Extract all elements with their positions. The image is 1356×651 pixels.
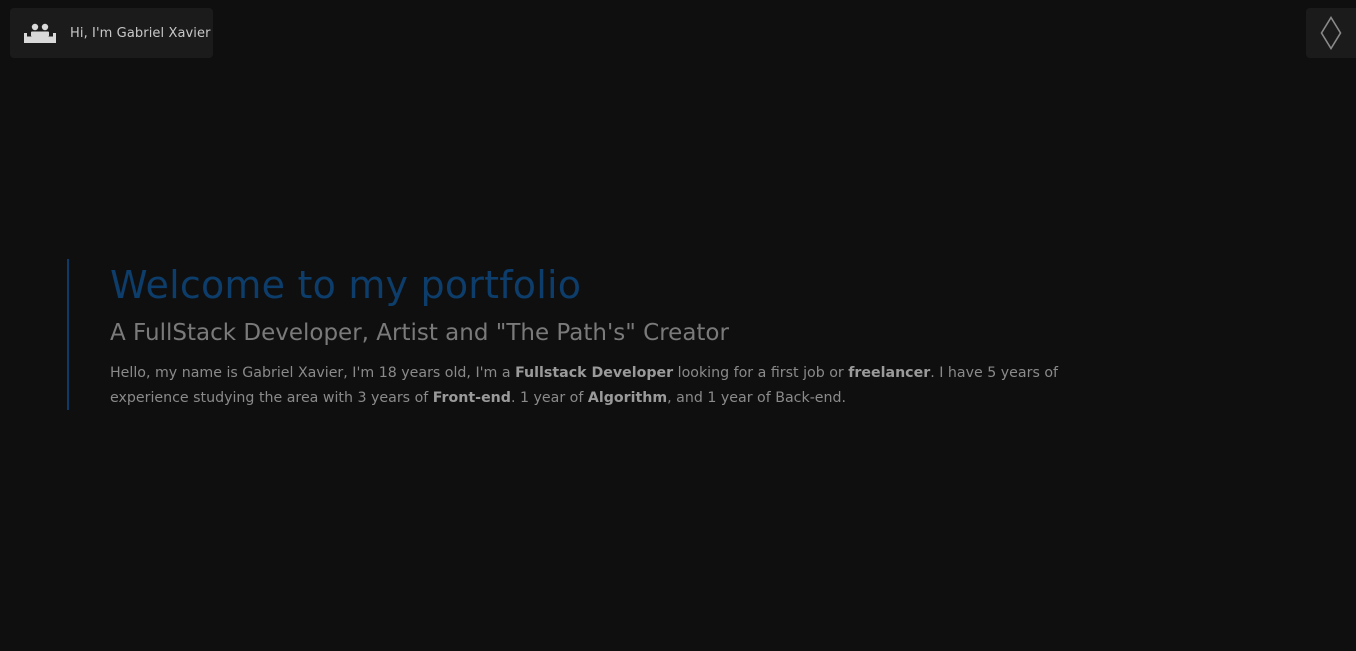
bio-text: Hello, my name is Gabriel Xavier, I'm 18… <box>110 365 516 381</box>
bio-paragraph: Hello, my name is Gabriel Xavier, I'm 18… <box>110 361 1100 411</box>
bio-highlight: Fullstack Developer <box>515 365 674 381</box>
page-title: Welcome to my portfolio <box>110 263 582 307</box>
bio-text: looking for a first job or <box>673 365 849 381</box>
greeting-chip[interactable]: Hi, I'm Gabriel Xavier <box>10 8 213 58</box>
theme-toggle-button[interactable] <box>1306 8 1356 58</box>
bio-text: , and 1 year of Back-end. <box>667 390 847 406</box>
bio-highlight: Front-end <box>432 390 511 406</box>
people-group-icon <box>24 23 56 43</box>
bio-highlight: Algorithm <box>587 390 668 406</box>
bio-text: . 1 year of <box>510 390 588 406</box>
bio-highlight: freelancer <box>848 365 931 381</box>
page-subtitle: A FullStack Developer, Artist and "The P… <box>110 320 729 346</box>
portfolio-page: Hi, I'm Gabriel Xavier Welcome to my por… <box>0 0 1356 651</box>
greeting-label: Hi, I'm Gabriel Xavier <box>70 25 211 41</box>
intro-section: Welcome to my portfolio A FullStack Deve… <box>67 259 1127 410</box>
diamond-icon <box>1320 16 1342 50</box>
